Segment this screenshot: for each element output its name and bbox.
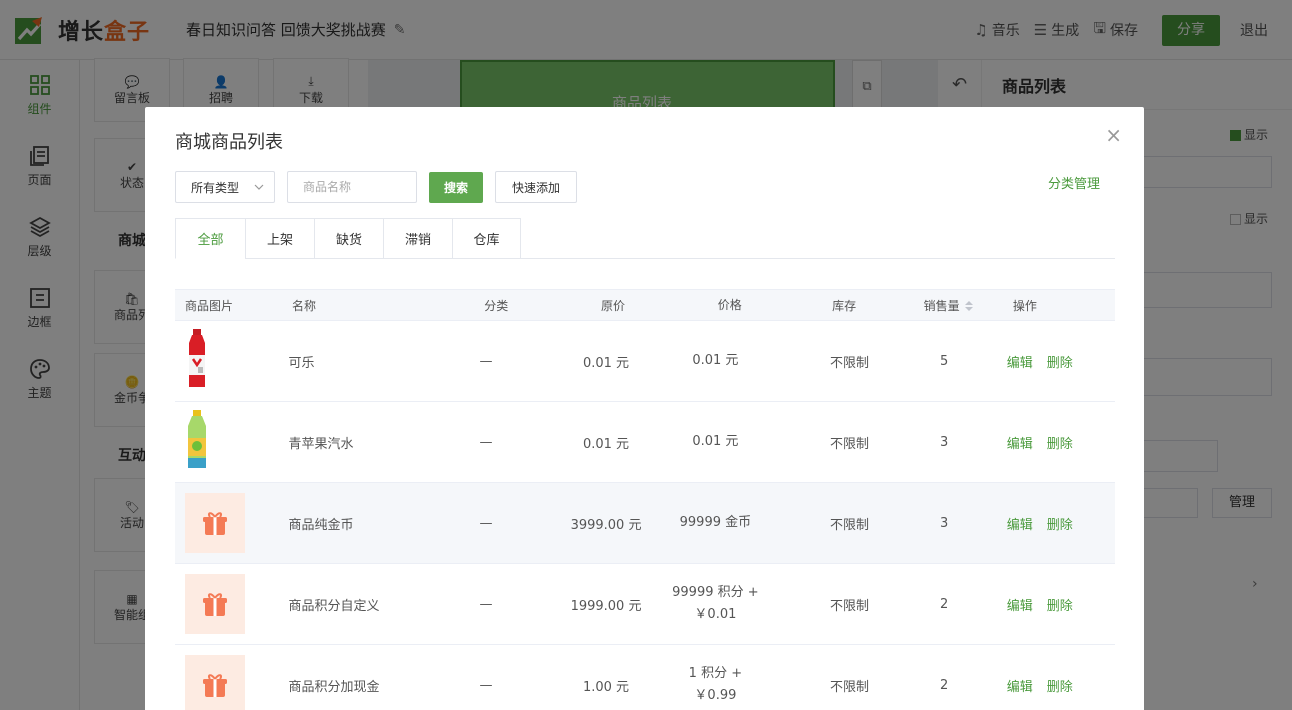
product-sales: 3 [940, 515, 949, 531]
col-price: 价格 [717, 298, 742, 312]
status-tabs: 全部 上架 缺货 滞销 仓库 [175, 218, 1115, 259]
quick-add-button[interactable]: 快速添加 [495, 171, 578, 203]
product-original-price: 0.01 元 [582, 436, 630, 452]
edit-link[interactable]: 编辑 [1007, 680, 1033, 695]
filter-bar: 所有类型 搜索 快速添加 [175, 171, 578, 203]
gift-icon [185, 574, 245, 634]
table-row: 商品积分加现金 — 1.00 元 1 积分 + ￥0.99 不限制 2 编辑 删除 [175, 645, 1115, 710]
col-image: 商品图片 [185, 298, 234, 313]
edit-link[interactable]: 编辑 [1007, 518, 1033, 533]
cola-bottle-image [189, 329, 205, 387]
product-stock: 不限制 [829, 355, 869, 371]
product-table: 商品图片 名称 分类 原价 价格 库存 销售量 操作 可乐 — 0.01 元 0… [175, 289, 1115, 710]
type-select[interactable]: 所有类型 [175, 171, 275, 203]
product-stock: 不限制 [829, 436, 869, 452]
tab-on-shelf[interactable]: 上架 [245, 218, 314, 259]
close-icon[interactable]: × [1105, 123, 1122, 147]
product-price: 1 积分 + ￥0.99 [688, 666, 743, 703]
green-apple-soda-image [188, 410, 206, 468]
col-original-price: 原价 [601, 298, 626, 313]
row-actions: 编辑 删除 [982, 514, 1115, 533]
product-sales: 2 [940, 596, 949, 612]
edit-link[interactable]: 编辑 [1007, 356, 1033, 371]
product-stock: 不限制 [829, 679, 869, 695]
delete-link[interactable]: 删除 [1047, 599, 1073, 614]
product-price: 99999 积分 + ￥0.01 [672, 585, 759, 622]
product-original-price: 1.00 元 [582, 679, 630, 695]
table-row: 青苹果汽水 — 0.01 元 0.01 元 不限制 3 编辑 删除 [175, 402, 1115, 483]
product-list-modal: 商城商品列表 × 所有类型 搜索 快速添加 分类管理 全部 上架 缺货 滞销 仓… [145, 107, 1144, 710]
tab-out-of-stock[interactable]: 缺货 [314, 218, 383, 259]
product-price: 99999 金币 [679, 515, 752, 530]
edit-link[interactable]: 编辑 [1007, 437, 1033, 452]
product-category: — [479, 596, 493, 612]
tab-slow-selling[interactable]: 滞销 [383, 218, 452, 259]
delete-link[interactable]: 删除 [1047, 356, 1073, 371]
product-price: 0.01 元 [692, 434, 739, 449]
product-price: 0.01 元 [692, 353, 739, 368]
edit-link[interactable]: 编辑 [1007, 599, 1033, 614]
table-row: 商品积分自定义 — 1999.00 元 99999 积分 + ￥0.01 不限制… [175, 564, 1115, 645]
product-image-cell [175, 410, 288, 474]
product-name-search-input[interactable] [287, 171, 417, 203]
modal-title: 商城商品列表 [175, 132, 283, 153]
search-button[interactable]: 搜索 [429, 171, 484, 203]
product-category: — [479, 515, 493, 531]
col-stock: 库存 [832, 298, 857, 313]
col-category: 分类 [484, 298, 509, 313]
chevron-down-icon [254, 184, 264, 190]
table-row: 可乐 — 0.01 元 0.01 元 不限制 5 编辑 删除 [175, 321, 1115, 402]
sort-icon[interactable] [964, 300, 974, 312]
product-original-price: 0.01 元 [582, 355, 630, 371]
row-actions: 编辑 删除 [982, 676, 1115, 695]
tab-all[interactable]: 全部 [175, 218, 245, 259]
product-sales: 5 [940, 353, 949, 369]
delete-link[interactable]: 删除 [1047, 437, 1073, 452]
product-sales: 2 [940, 677, 949, 693]
gift-icon [185, 655, 245, 710]
category-manage-link[interactable]: 分类管理 [1048, 173, 1100, 192]
product-image-cell [175, 493, 288, 553]
col-actions: 操作 [1012, 298, 1037, 313]
table-header: 商品图片 名称 分类 原价 价格 库存 销售量 操作 [175, 289, 1115, 321]
product-name: 商品纯金币 [288, 517, 354, 533]
product-image-cell [175, 329, 288, 393]
product-name: 可乐 [288, 355, 315, 371]
product-stock: 不限制 [829, 598, 869, 614]
tab-warehouse[interactable]: 仓库 [452, 218, 521, 259]
gift-icon [185, 493, 245, 553]
product-original-price: 1999.00 元 [570, 598, 642, 614]
row-actions: 编辑 删除 [982, 595, 1115, 614]
product-stock: 不限制 [829, 517, 869, 533]
product-category: — [479, 353, 493, 369]
product-category: — [479, 677, 493, 693]
product-image-cell [175, 655, 288, 710]
product-category: — [479, 434, 493, 450]
product-sales: 3 [940, 434, 949, 450]
product-name: 商品积分加现金 [288, 679, 380, 695]
table-row: 商品纯金币 — 3999.00 元 99999 金币 不限制 3 编辑 删除 [175, 483, 1115, 564]
product-name: 青苹果汽水 [288, 436, 354, 452]
product-image-cell [175, 574, 288, 634]
delete-link[interactable]: 删除 [1047, 518, 1073, 533]
product-name: 商品积分自定义 [288, 598, 380, 614]
row-actions: 编辑 删除 [982, 352, 1115, 371]
col-name: 名称 [292, 298, 317, 313]
product-original-price: 3999.00 元 [570, 517, 642, 533]
delete-link[interactable]: 删除 [1047, 680, 1073, 695]
row-actions: 编辑 删除 [982, 433, 1115, 452]
col-sales[interactable]: 销售量 [919, 297, 977, 314]
